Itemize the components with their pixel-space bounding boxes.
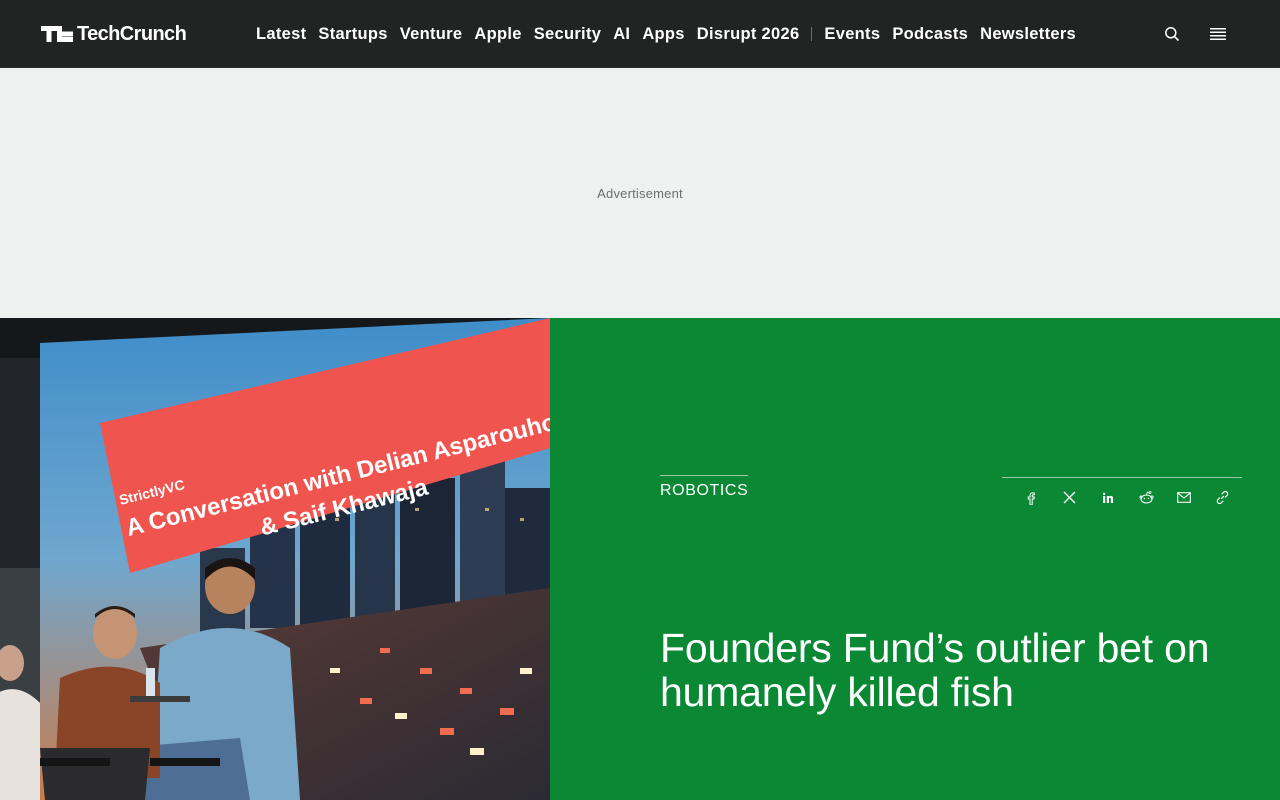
- nav-events[interactable]: Events: [824, 0, 880, 68]
- menu-button[interactable]: [1206, 22, 1230, 46]
- ad-slot: Advertisement: [0, 68, 1280, 318]
- nav-podcasts[interactable]: Podcasts: [892, 0, 968, 68]
- nav-divider: [811, 27, 813, 41]
- nav-venture[interactable]: Venture: [400, 0, 463, 68]
- nav-ai[interactable]: AI: [613, 0, 630, 68]
- x-icon: [1063, 491, 1076, 504]
- site-header: TechCrunch Latest Startups Venture Apple…: [0, 0, 1280, 68]
- article-header-panel: ROBOTICS Founders Fund’s outlier bet on …: [550, 318, 1280, 800]
- share-reddit-button[interactable]: [1127, 478, 1165, 518]
- share-linkedin-button[interactable]: [1089, 478, 1127, 518]
- logo-wordmark: TechCrunch: [77, 23, 187, 45]
- facebook-icon: [1027, 491, 1036, 505]
- techcrunch-logo[interactable]: TechCrunch: [41, 22, 187, 46]
- event-photo: StrictlyVC A Conversation with Delian As…: [0, 318, 550, 800]
- hero-image: StrictlyVC A Conversation with Delian As…: [0, 318, 550, 800]
- share-email-button[interactable]: [1165, 478, 1203, 518]
- ad-label: Advertisement: [597, 185, 683, 201]
- share-bar: [1002, 477, 1242, 517]
- nav-latest[interactable]: Latest: [256, 0, 306, 68]
- tc-logo-icon: [41, 26, 73, 42]
- article-hero: StrictlyVC A Conversation with Delian As…: [0, 318, 1280, 800]
- linkedin-icon: [1102, 492, 1113, 503]
- link-icon: [1217, 490, 1229, 505]
- nav-apple[interactable]: Apple: [474, 0, 521, 68]
- nav-security[interactable]: Security: [534, 0, 602, 68]
- search-button[interactable]: [1160, 22, 1184, 46]
- search-icon: [1165, 27, 1180, 42]
- share-x-button[interactable]: [1050, 478, 1088, 518]
- email-icon: [1177, 492, 1192, 503]
- article-headline: Founders Fund’s outlier bet on humanely …: [660, 625, 1210, 715]
- reddit-icon: [1139, 491, 1154, 504]
- share-facebook-button[interactable]: [1012, 478, 1050, 518]
- hamburger-menu-icon: [1210, 28, 1226, 40]
- nav-apps[interactable]: Apps: [642, 0, 684, 68]
- nav-newsletters[interactable]: Newsletters: [980, 0, 1076, 68]
- main-nav: Latest Startups Venture Apple Security A…: [256, 0, 1088, 68]
- nav-startups[interactable]: Startups: [318, 0, 387, 68]
- nav-disrupt-2026[interactable]: Disrupt 2026: [697, 0, 800, 68]
- category-link[interactable]: ROBOTICS: [660, 475, 749, 501]
- copy-link-button[interactable]: [1204, 478, 1242, 518]
